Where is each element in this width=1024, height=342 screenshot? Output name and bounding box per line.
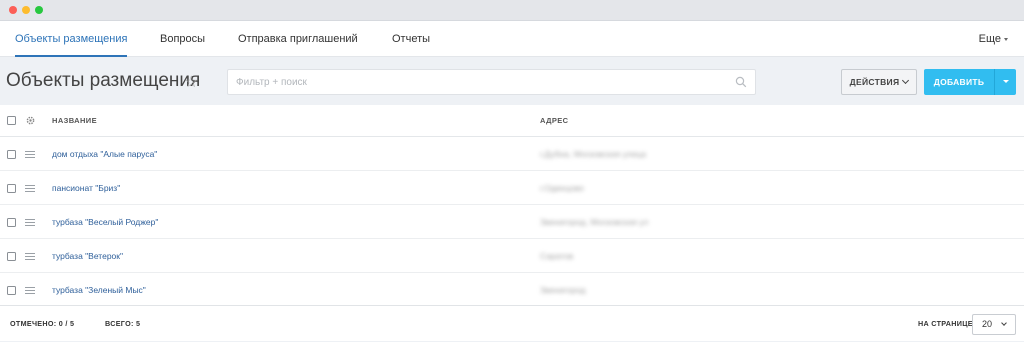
row-name-link[interactable]: турбаза "Зеленый Мыс" xyxy=(52,273,146,307)
window-titlebar xyxy=(0,0,1024,21)
row-address: г.Дубна, Московская улица xyxy=(540,149,647,159)
per-page-value: 20 xyxy=(982,319,993,329)
row-address: г.Одинцово xyxy=(540,183,584,193)
tab-reports[interactable]: Отчеты xyxy=(392,21,430,57)
column-header-address[interactable]: АДРЕС xyxy=(540,105,568,137)
row-checkbox[interactable] xyxy=(7,150,16,159)
chevron-down-icon xyxy=(1001,320,1007,326)
row-name-link[interactable]: дом отдыха "Алые паруса" xyxy=(52,137,157,171)
add-button-label: ДОБАВИТЬ xyxy=(933,77,985,87)
table-footer: ОТМЕЧЕНО: 0 / 5 ВСЕГО: 5 НА СТРАНИЦЕ: 20 xyxy=(0,305,1024,341)
favorite-star-icon[interactable]: ☆ xyxy=(184,72,198,92)
drag-handle-icon[interactable] xyxy=(25,185,35,192)
table-row: турбаза "Ветерок" Саратов xyxy=(0,239,1024,273)
row-address: Саратов xyxy=(540,251,574,261)
maximize-window-button[interactable] xyxy=(35,6,43,14)
row-name-link[interactable]: турбаза "Ветерок" xyxy=(52,239,123,273)
row-checkbox[interactable] xyxy=(7,286,16,295)
table-row: дом отдыха "Алые паруса" г.Дубна, Москов… xyxy=(0,137,1024,171)
search-box xyxy=(227,69,756,95)
page-header: Объекты размещения ☆ ДЕЙСТВИЯ ДОБАВИТЬ xyxy=(0,57,1024,105)
more-menu-label: Еще xyxy=(978,33,1001,45)
row-name-link[interactable]: турбаза "Веселый Роджер" xyxy=(52,205,158,239)
column-header-name[interactable]: НАЗВАНИЕ xyxy=(52,105,97,137)
top-navigation: Объекты размещения Вопросы Отправка приг… xyxy=(0,21,1024,57)
table-header: НАЗВАНИЕ АДРЕС xyxy=(0,105,1024,137)
tab-accommodation-objects[interactable]: Объекты размещения xyxy=(15,21,128,57)
row-checkbox[interactable] xyxy=(7,252,16,261)
search-icon[interactable] xyxy=(735,76,747,88)
more-menu[interactable]: Еще xyxy=(979,21,1008,57)
caret-down-icon xyxy=(1004,37,1008,41)
chevron-down-icon xyxy=(902,76,910,85)
drag-handle-icon[interactable] xyxy=(25,253,35,260)
per-page-select[interactable]: 20 xyxy=(972,314,1016,335)
row-name-link[interactable]: пансионат "Бриз" xyxy=(52,171,120,205)
selected-count: ОТМЕЧЕНО: 0 / 5 xyxy=(10,319,75,328)
table-row: пансионат "Бриз" г.Одинцово xyxy=(0,171,1024,205)
actions-button-label: ДЕЙСТВИЯ xyxy=(849,77,900,87)
gear-icon[interactable] xyxy=(25,115,36,126)
actions-button[interactable]: ДЕЙСТВИЯ xyxy=(841,69,917,95)
table-row: турбаза "Веселый Роджер" Звенигород, Мос… xyxy=(0,205,1024,239)
total-count: ВСЕГО: 5 xyxy=(105,319,141,328)
row-address: Звенигород xyxy=(540,285,586,295)
add-dropdown-toggle[interactable] xyxy=(994,69,1016,95)
table-row: турбаза "Зеленый Мыс" Звенигород xyxy=(0,273,1024,307)
minimize-window-button[interactable] xyxy=(22,6,30,14)
select-all-checkbox[interactable] xyxy=(7,116,16,125)
per-page-label: НА СТРАНИЦЕ: xyxy=(918,319,976,328)
row-address: Звенигород, Московская ул xyxy=(540,217,649,227)
objects-table: НАЗВАНИЕ АДРЕС дом отдыха "Алые паруса" … xyxy=(0,105,1024,307)
tab-questions[interactable]: Вопросы xyxy=(160,21,205,57)
tab-send-invitations[interactable]: Отправка приглашений xyxy=(238,21,358,57)
close-window-button[interactable] xyxy=(9,6,17,14)
row-checkbox[interactable] xyxy=(7,184,16,193)
app-window: Объекты размещения Вопросы Отправка приг… xyxy=(0,0,1024,341)
drag-handle-icon[interactable] xyxy=(25,219,35,226)
row-checkbox[interactable] xyxy=(7,218,16,227)
drag-handle-icon[interactable] xyxy=(25,287,35,294)
drag-handle-icon[interactable] xyxy=(25,151,35,158)
add-button[interactable]: ДОБАВИТЬ xyxy=(924,69,1016,95)
page-title: Объекты размещения xyxy=(6,70,201,91)
search-input[interactable] xyxy=(236,70,716,94)
